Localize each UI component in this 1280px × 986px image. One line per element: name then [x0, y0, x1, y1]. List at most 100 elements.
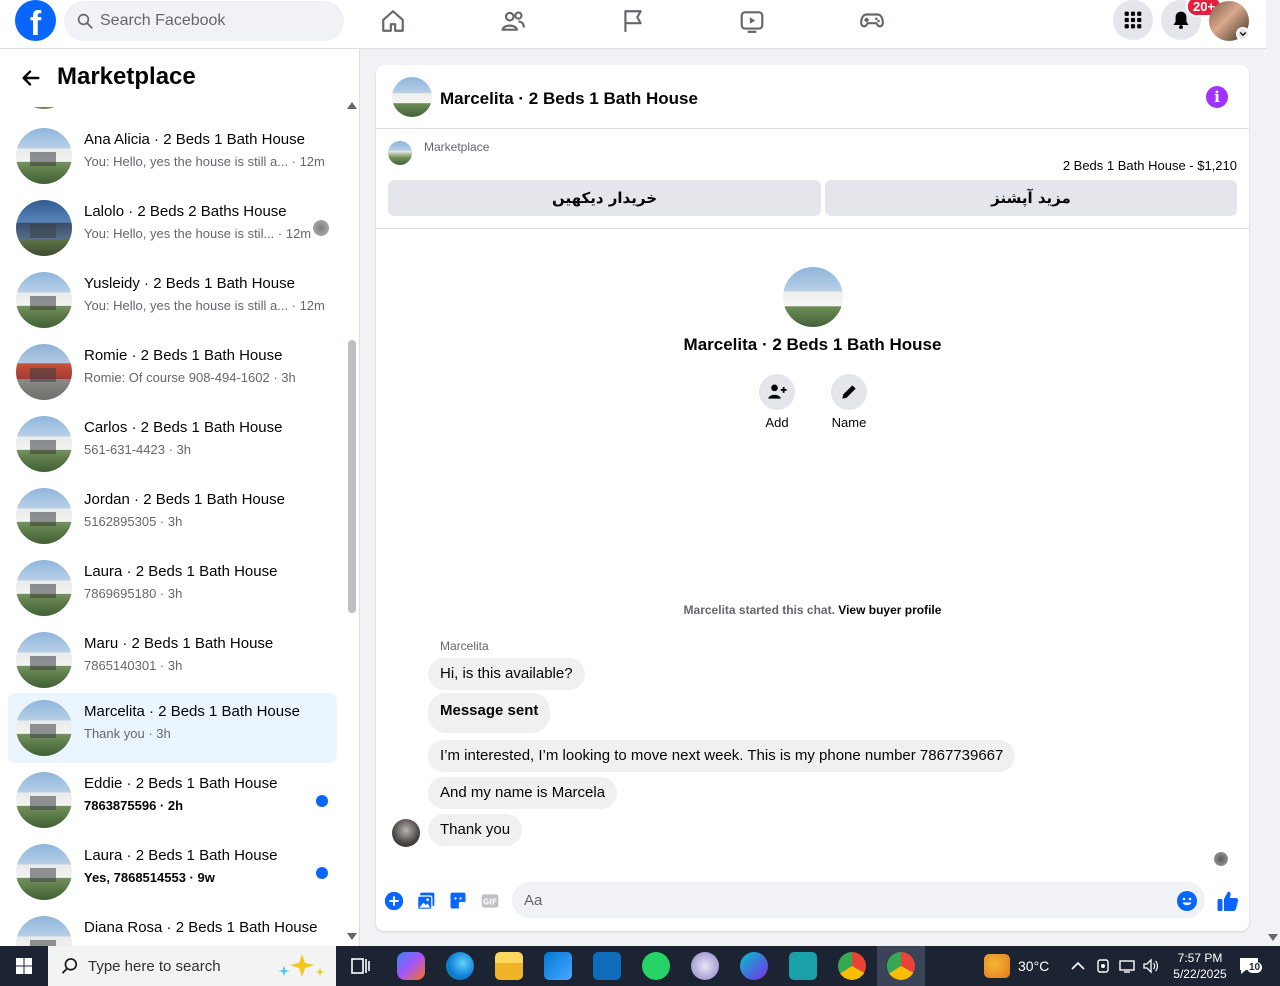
sticker-icon[interactable]: [448, 891, 468, 911]
search-input[interactable]: [100, 1, 330, 41]
conversation-title: Romie · 2 Beds 1 Bath House: [84, 347, 283, 364]
buyer-profile-name: Marcelita · 2 Beds 1 Bath House: [683, 335, 942, 354]
conversation-row[interactable]: Ana Alicia · 2 Beds 1 Bath House You: He…: [8, 121, 337, 191]
conversation-title: Lalolo · 2 Beds 2 Baths House: [84, 203, 287, 220]
more-options-button[interactable]: مزید آپشنز: [825, 180, 1237, 216]
conversation-row[interactable]: Romie · 2 Beds 1 Bath House Romie: Of co…: [8, 337, 337, 407]
read-receipt-avatar: [1214, 852, 1228, 866]
canva-icon[interactable]: [740, 952, 768, 980]
account-chevron-icon[interactable]: [1236, 27, 1250, 41]
chevron-up-icon[interactable]: [1070, 959, 1086, 973]
weather-temperature[interactable]: 30°C: [1018, 958, 1049, 974]
meet-now-icon[interactable]: [1095, 958, 1111, 974]
gif-icon[interactable]: GIF: [480, 891, 500, 911]
friends-icon[interactable]: [500, 8, 526, 34]
message-bubble[interactable]: Message sent: [428, 693, 551, 733]
search-highlight-icon: [278, 954, 324, 977]
conversation-row[interactable]: Lalolo · 2 Beds 2 Baths House You: Hello…: [8, 193, 337, 263]
home-icon[interactable]: [380, 8, 406, 34]
buyer-profile-thumbnail[interactable]: [783, 267, 843, 327]
outlook-icon[interactable]: [593, 952, 621, 980]
listing-title-price[interactable]: 2 Beds 1 Bath House - $1,210: [1063, 158, 1237, 173]
conversation-row[interactable]: Carlos · 2 Beds 1 Bath House 561-631-442…: [8, 409, 337, 479]
conversation-row-active[interactable]: Marcelita · 2 Beds 1 Bath House Thank yo…: [8, 693, 337, 763]
taskbar-search-input[interactable]: [88, 946, 288, 986]
message-composer[interactable]: [512, 882, 1205, 918]
weather-icon: [984, 954, 1010, 978]
task-view-icon[interactable]: [346, 952, 374, 980]
menu-grid-icon: [1124, 11, 1142, 29]
scroll-up-arrow-icon[interactable]: [347, 102, 357, 109]
action-center-button[interactable]: 10: [1238, 956, 1263, 976]
file-explorer-icon[interactable]: [495, 952, 523, 980]
conversation-row[interactable]: Maru · 2 Beds 1 Bath House 7865140301 · …: [8, 625, 337, 695]
facebook-logo[interactable]: f: [15, 0, 56, 41]
emoji-icon[interactable]: [1177, 891, 1197, 911]
message-bubble[interactable]: And my name is Marcela: [428, 777, 618, 809]
page-scroll-down-arrow-icon[interactable]: [1268, 934, 1278, 941]
scroll-down-arrow-icon[interactable]: [347, 933, 357, 940]
name-button[interactable]: [831, 374, 867, 410]
message-bubble[interactable]: Thank you: [428, 814, 523, 846]
menu-button[interactable]: [1113, 0, 1153, 40]
voice-app-icon[interactable]: [789, 952, 817, 980]
view-buyer-button[interactable]: خریدار دیکھیں: [388, 180, 821, 216]
top-navigation-bar: f 20+: [0, 0, 1266, 49]
listing-thumbnail: [16, 200, 72, 256]
chat-title[interactable]: Marcelita · 2 Beds 1 Bath House: [440, 89, 698, 109]
view-buyer-profile-link[interactable]: View buyer profile: [838, 603, 941, 617]
listing-thumbnail: [16, 844, 72, 900]
listing-thumbnail: [16, 700, 72, 756]
notification-count: 10: [1247, 962, 1263, 973]
taskbar-clock[interactable]: 7:57 PM 5/22/2025: [1170, 950, 1230, 982]
video-icon[interactable]: [739, 8, 765, 34]
page-scrollbar[interactable]: [1266, 0, 1280, 946]
chat-thumbnail[interactable]: [392, 77, 432, 117]
chat-started-notice: Marcelita started this chat. View buyer …: [376, 603, 1249, 617]
svg-text:GIF: GIF: [483, 897, 497, 906]
conversation-preview: 7869695180 · 3h: [84, 586, 183, 601]
conversation-row[interactable]: Eddie · 2 Beds 1 Bath House 7863875596 ·…: [8, 765, 337, 835]
conversation-row[interactable]: Diana Rosa · 2 Beds 1 Bath House: [8, 909, 337, 946]
marketplace-listing-card: Marketplace 2 Beds 1 Bath House - $1,210…: [376, 129, 1249, 229]
photo-icon[interactable]: [416, 891, 436, 911]
message-input[interactable]: [524, 882, 1164, 918]
conversation-preview: Yes, 7868514553 · 9w: [84, 870, 215, 885]
plus-circle-icon[interactable]: [384, 891, 404, 911]
whatsapp-icon[interactable]: [642, 952, 670, 980]
conversation-row[interactable]: Laura · 2 Beds 1 Bath House 7869695180 ·…: [8, 553, 337, 623]
unread-dot-icon: [316, 795, 328, 807]
gaming-icon[interactable]: [859, 8, 885, 34]
microsoft-store-icon[interactable]: [544, 952, 572, 980]
scrollbar-thumb[interactable]: [348, 340, 356, 613]
add-person-icon: [768, 384, 787, 399]
listing-thumbnail: [16, 560, 72, 616]
pages-flag-icon[interactable]: [620, 8, 646, 34]
message-bubble[interactable]: I’m interested, I’m looking to move next…: [428, 740, 1016, 772]
taskbar-search[interactable]: [48, 946, 336, 986]
message-sender-name: Marcelita: [440, 639, 489, 653]
conversation-title: Jordan · 2 Beds 1 Bath House: [84, 491, 285, 508]
back-arrow-icon[interactable]: [20, 67, 42, 89]
network-icon[interactable]: [1118, 958, 1136, 974]
copilot-app-icon[interactable]: [397, 952, 425, 980]
add-button[interactable]: [759, 374, 795, 410]
chrome-browser-icon[interactable]: [838, 952, 866, 980]
thumbs-up-icon[interactable]: [1216, 889, 1240, 913]
info-icon[interactable]: i: [1206, 86, 1228, 108]
volume-icon[interactable]: [1142, 958, 1160, 974]
pinned-app-icon[interactable]: [691, 952, 719, 980]
message-bubble[interactable]: Hi, is this available?: [428, 658, 585, 690]
sender-avatar[interactable]: [392, 819, 420, 847]
windows-start-icon[interactable]: [0, 946, 48, 986]
conversation-title: Laura · 2 Beds 1 Bath House: [84, 847, 278, 864]
conversation-preview: 7865140301 · 3h: [84, 658, 183, 673]
edge-browser-icon[interactable]: [446, 952, 474, 980]
search-facebook[interactable]: [64, 1, 344, 41]
chrome-active-window[interactable]: [877, 946, 925, 986]
conversation-row[interactable]: Laura · 2 Beds 1 Bath House Yes, 7868514…: [8, 837, 337, 907]
conversation-row[interactable]: Jordan · 2 Beds 1 Bath House 5162895305 …: [8, 481, 337, 551]
add-label: Add: [765, 415, 789, 430]
conversation-row[interactable]: Yusleidy · 2 Beds 1 Bath House You: Hell…: [8, 265, 337, 335]
listing-thumbnail: [16, 344, 72, 400]
